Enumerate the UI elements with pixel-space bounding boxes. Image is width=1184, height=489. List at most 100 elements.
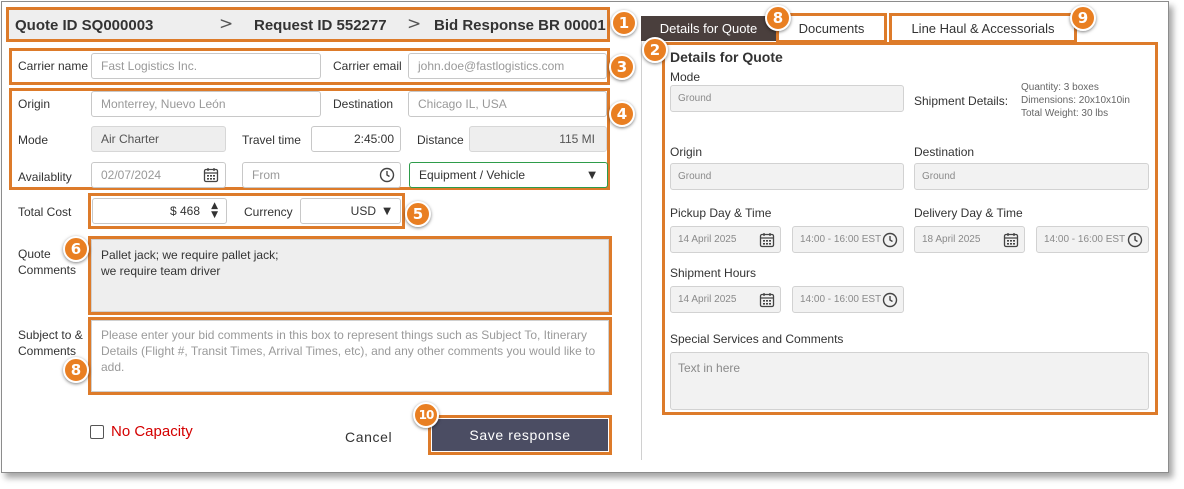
details-origin-field: Ground: [670, 163, 904, 190]
delivery-date-value: 18 April 2025: [922, 234, 981, 245]
calendar-icon[interactable]: [1003, 227, 1019, 252]
distance-value: 115 MI: [559, 132, 595, 146]
distance-field: 115 MI: [469, 126, 607, 152]
availability-from-field[interactable]: From: [242, 162, 401, 188]
save-response-button[interactable]: Save response: [432, 419, 608, 451]
availability-label: Availablity: [18, 170, 72, 184]
panel-divider: [641, 40, 642, 460]
tab-line-haul[interactable]: Line Haul & Accessorials: [892, 16, 1074, 41]
clock-icon[interactable]: [379, 163, 395, 187]
details-destination-label: Destination: [914, 145, 975, 159]
details-title: Details for Quote: [670, 49, 783, 65]
destination-label: Destination: [333, 97, 394, 111]
special-services-label: Special Services and Comments: [670, 332, 844, 346]
delivery-label: Delivery Day & Time: [914, 206, 1023, 220]
details-mode-value: Ground: [678, 93, 712, 104]
delivery-time-value: 14:00 - 16:00 EST: [1044, 234, 1126, 245]
currency-select[interactable]: USD ▼: [300, 198, 401, 224]
destination-field[interactable]: Chicago IL, USA: [408, 91, 607, 117]
badge-8-left: 8: [63, 357, 89, 383]
pickup-time-value: 14:00 - 16:00 EST: [800, 234, 882, 245]
badge-1: 1: [611, 10, 637, 36]
tab-documents-label: Documents: [798, 21, 865, 36]
chevron-right-icon: >: [219, 14, 234, 34]
origin-label: Origin: [18, 97, 51, 111]
shipment-dimensions: Dimensions: 20x10x10in: [1021, 95, 1130, 106]
shipment-hours-label: Shipment Hours: [670, 266, 757, 280]
pickup-date-value: 14 April 2025: [678, 234, 737, 245]
carrier-name-label: Carrier name: [18, 59, 89, 73]
dropdown-arrow-icon: ▼: [588, 169, 596, 181]
tab-details-for-quote[interactable]: Details for Quote: [641, 16, 776, 41]
subject-label-1: Subject to &: [18, 328, 83, 342]
hours-date-field[interactable]: 14 April 2025: [670, 286, 781, 313]
request-id[interactable]: Request ID 552277: [254, 17, 387, 34]
carrier-name-value: Fast Logistics Inc.: [101, 59, 198, 73]
badge-3: 3: [609, 54, 635, 80]
shipment-quantity: Quantity: 3 boxes: [1021, 82, 1099, 93]
chevron-right-icon: >: [407, 14, 422, 34]
origin-value: Monterrey, Nuevo León: [101, 97, 226, 111]
bid-response-id: Bid Response BR 00001: [434, 17, 606, 34]
subject-comments-textarea[interactable]: Please enter your bid comments in this b…: [91, 320, 609, 392]
mode-label: Mode: [18, 133, 49, 147]
tab-documents[interactable]: Documents: [779, 16, 884, 41]
special-services-placeholder: Text in here: [678, 361, 741, 375]
delivery-date-field[interactable]: 18 April 2025: [914, 226, 1025, 253]
details-origin-label: Origin: [670, 145, 703, 159]
badge-6: 6: [63, 236, 89, 262]
badge-9: 9: [1070, 5, 1096, 31]
equipment-value: Equipment / Vehicle: [419, 168, 526, 182]
quote-comments-line-2: we require team driver: [101, 264, 221, 278]
pickup-date-field[interactable]: 14 April 2025: [670, 226, 781, 253]
clock-icon[interactable]: [882, 227, 898, 252]
details-destination-value: Ground: [922, 171, 956, 182]
pickup-time-field[interactable]: 14:00 - 16:00 EST: [792, 226, 904, 253]
equipment-vehicle-select[interactable]: Equipment / Vehicle ▼: [409, 162, 608, 188]
calendar-icon[interactable]: [759, 227, 775, 252]
clock-icon[interactable]: [882, 287, 898, 312]
details-origin-value: Ground: [678, 171, 712, 182]
availability-date-field[interactable]: 02/07/2024: [91, 162, 226, 188]
subject-comments-placeholder: Please enter your bid comments in this b…: [101, 328, 596, 374]
from-placeholder: From: [252, 168, 280, 182]
carrier-email-value: john.doe@fastlogistics.com: [418, 59, 565, 73]
availability-date-value: 02/07/2024: [101, 168, 162, 182]
pickup-label: Pickup Day & Time: [670, 206, 772, 220]
shipment-details-values: Quantity: 3 boxes Dimensions: 20x10x10in…: [1021, 81, 1130, 120]
subject-label-2: Comments: [18, 344, 77, 358]
no-capacity-label[interactable]: No Capacity: [111, 423, 193, 440]
cancel-button[interactable]: Cancel: [345, 429, 392, 445]
badge-4: 4: [609, 101, 635, 127]
special-services-textarea[interactable]: Text in here: [670, 352, 1149, 410]
distance-label: Distance: [417, 133, 464, 147]
quote-comments-box[interactable]: Pallet jack; we require pallet jack; we …: [91, 239, 609, 312]
carrier-name-field[interactable]: Fast Logistics Inc.: [91, 53, 321, 79]
hours-date-value: 14 April 2025: [678, 294, 737, 305]
no-capacity-checkbox[interactable]: [90, 425, 104, 439]
origin-field[interactable]: Monterrey, Nuevo León: [91, 91, 321, 117]
calendar-icon[interactable]: [203, 163, 219, 187]
total-cost-field[interactable]: $ 468 ▲ ▼: [92, 198, 227, 224]
dropdown-arrow-icon: ▼: [383, 205, 391, 217]
carrier-email-field[interactable]: john.doe@fastlogistics.com: [408, 53, 607, 79]
save-response-label: Save response: [469, 427, 571, 443]
calendar-icon[interactable]: [759, 287, 775, 312]
badge-2: 2: [642, 37, 668, 63]
currency-value: USD: [350, 204, 376, 218]
total-cost-label: Total Cost: [18, 205, 72, 219]
badge-10: 10: [413, 402, 439, 428]
quote-comments-label-2: Comments: [18, 263, 77, 277]
delivery-time-field[interactable]: 14:00 - 16:00 EST: [1036, 226, 1149, 253]
mode-value: Air Charter: [101, 132, 160, 146]
hours-time-field[interactable]: 14:00 - 16:00 EST: [792, 286, 904, 313]
stepper-icon[interactable]: ▲ ▼: [211, 199, 218, 223]
details-mode-field: Ground: [670, 85, 904, 112]
travel-time-label: Travel time: [242, 133, 301, 147]
shipment-weight: Total Weight: 30 lbs: [1021, 108, 1109, 119]
currency-label: Currency: [244, 205, 293, 219]
travel-time-field[interactable]: 2:45:00: [311, 126, 401, 152]
details-destination-field: Ground: [914, 163, 1149, 190]
clock-icon[interactable]: [1127, 227, 1143, 252]
tab-details-label: Details for Quote: [659, 21, 758, 36]
